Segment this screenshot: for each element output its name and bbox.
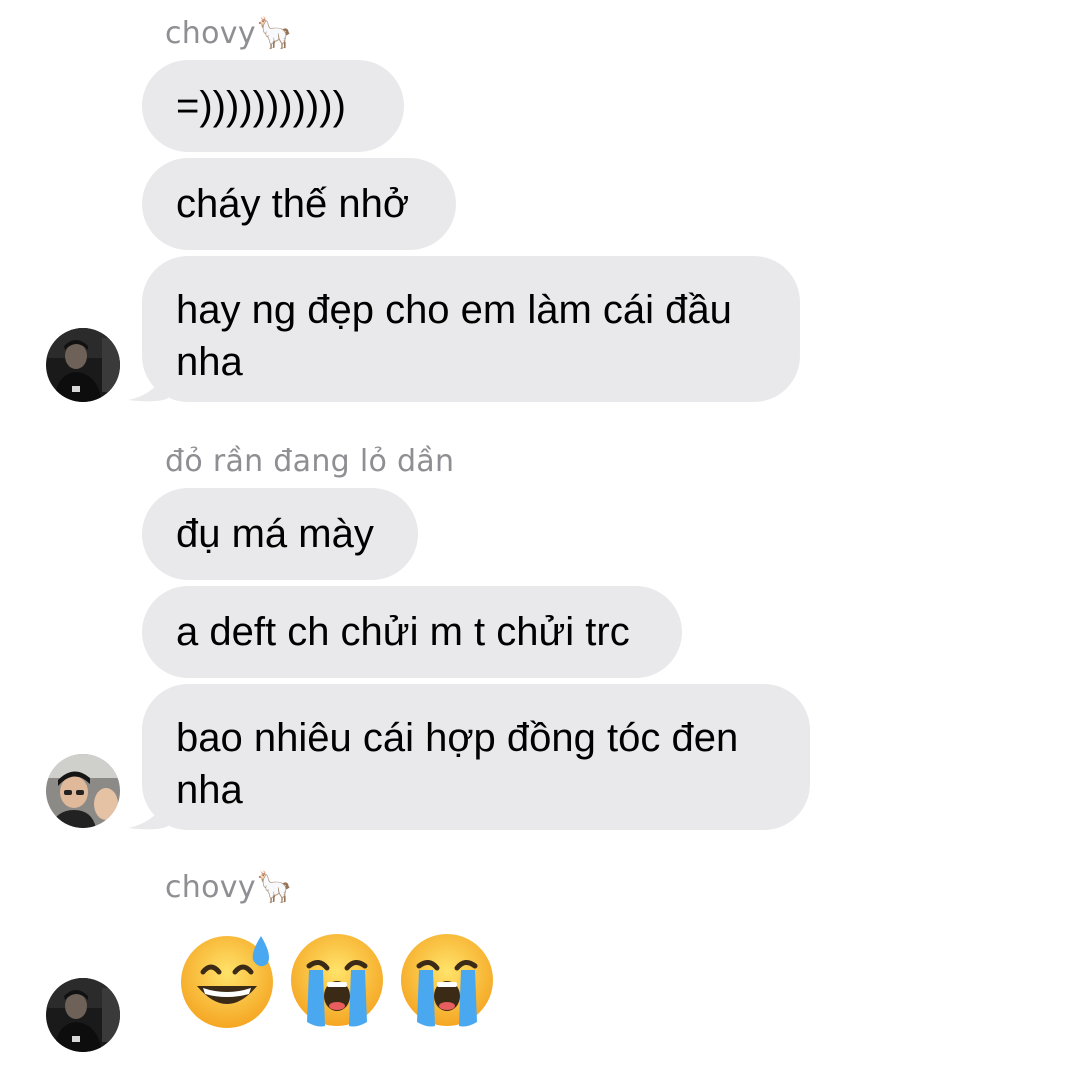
emoji-message[interactable] (177, 930, 497, 1030)
message-text: đụ má mày (176, 511, 374, 556)
avatar[interactable] (46, 978, 120, 1052)
avatar-photo-icon (46, 978, 120, 1052)
message-text: cháy thế nhở (176, 181, 410, 226)
avatar[interactable] (46, 328, 120, 402)
message-text: bao nhiêu cái hợp đồng tóc đen nha (176, 716, 739, 812)
message-bubble[interactable]: bao nhiêu cái hợp đồng tóc đen nha (142, 684, 810, 830)
message-bubble[interactable]: hay ng đẹp cho em làm cái đầu nha (142, 256, 800, 402)
avatar-photo-icon (46, 754, 120, 828)
bubble-tail (128, 362, 168, 402)
bubble-tail (128, 790, 168, 830)
message-bubble[interactable]: a deft ch chửi m t chửi trc (142, 586, 682, 678)
sender-name: chovy🦙 (165, 16, 294, 51)
avatar-photo-icon (46, 328, 120, 402)
message-bubble[interactable]: cháy thế nhở (142, 158, 456, 250)
sender-name: đỏ rần đang lỏ dần (165, 444, 455, 479)
message-bubble[interactable]: đụ má mày (142, 488, 418, 580)
message-text: hay ng đẹp cho em làm cái đầu nha (176, 288, 732, 384)
message-bubble[interactable]: =))))))))))) (142, 60, 404, 152)
sender-name: chovy🦙 (165, 870, 294, 905)
loudly-crying-face-icon (401, 934, 493, 1027)
loudly-crying-face-icon (291, 934, 383, 1027)
avatar[interactable] (46, 754, 120, 828)
grinning-face-with-sweat-icon (181, 936, 273, 1028)
message-text: a deft ch chửi m t chửi trc (176, 609, 630, 654)
message-text: =))))))))))) (176, 83, 346, 128)
